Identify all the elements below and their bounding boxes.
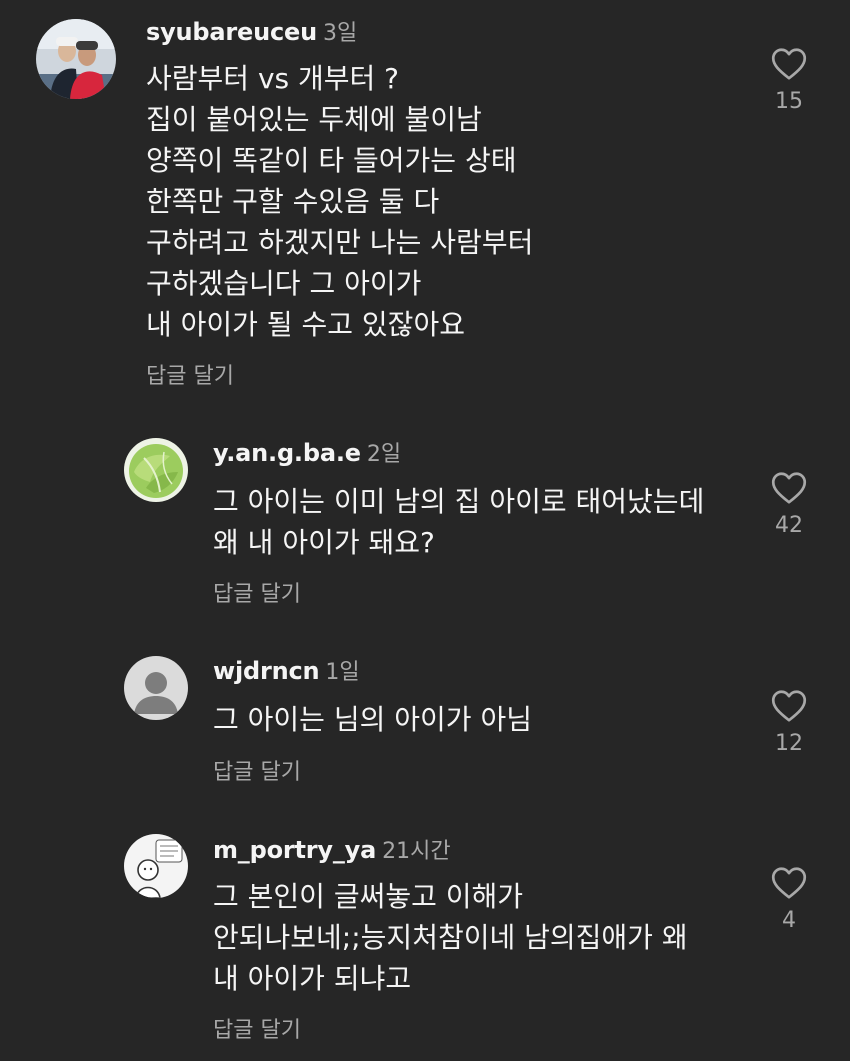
comment-header: wjdrncn 1일 — [213, 656, 360, 688]
reply-button[interactable]: 답글 달기 — [213, 1012, 301, 1044]
timestamp: 3일 — [322, 21, 358, 46]
comment-header: m_portry_ya 21시간 — [213, 835, 451, 867]
comment-line: 집이 붙어있는 두체에 불이남 — [146, 103, 482, 136]
comment-line: 양쪽이 똑같이 타 들어가는 상태 — [146, 144, 517, 177]
like-count: 12 — [775, 731, 803, 756]
heart-outline-icon — [771, 690, 807, 722]
comment-line: 그 본인이 글써놓고 이해가 — [213, 880, 524, 913]
default-avatar-icon[interactable] — [124, 656, 188, 720]
timestamp: 2일 — [366, 442, 402, 467]
comment-header: y.an.g.ba.e 2일 — [213, 438, 401, 470]
comment-header: syubareuceu 3일 — [146, 17, 357, 49]
heart-outline-icon — [771, 48, 807, 80]
comment-text: 그 본인이 글써놓고 이해가 안되나보네;;능지처참이네 남의집애가 왜 내 아… — [213, 876, 688, 999]
like-button[interactable]: 4 — [759, 866, 819, 933]
comment-text: 그 아이는 이미 남의 집 아이로 태어났는데 왜 내 아이가 돼요? — [213, 481, 704, 563]
comment-line: 그 아이는 님의 아이가 아님 — [213, 703, 532, 736]
username[interactable]: wjdrncn — [213, 657, 320, 685]
like-button[interactable]: 42 — [759, 471, 819, 538]
avatar[interactable] — [36, 19, 116, 99]
like-count: 42 — [775, 513, 803, 538]
comment-line: 구하겠습니다 그 아이가 — [146, 267, 422, 300]
username[interactable]: syubareuceu — [146, 18, 317, 46]
comment-line: 내 아이가 되냐고 — [213, 962, 412, 995]
comment-line: 안되나보네;;능지처참이네 남의집애가 왜 — [213, 921, 688, 954]
comment-text: 그 아이는 님의 아이가 아님 — [213, 699, 532, 740]
comment-text: 사람부터 vs 개부터 ? 집이 붙어있는 두체에 불이남 양쪽이 똑같이 타 … — [146, 58, 533, 345]
reply-button[interactable]: 답글 달기 — [213, 754, 301, 786]
comment-line: 왜 내 아이가 돼요? — [213, 526, 435, 559]
reply-button[interactable]: 답글 달기 — [213, 576, 301, 608]
comment-line: 한쪽만 구할 수있음 둘 다 — [146, 185, 440, 218]
reply-button[interactable]: 답글 달기 — [146, 358, 234, 390]
timestamp: 1일 — [325, 660, 360, 685]
username[interactable]: m_portry_ya — [213, 836, 376, 864]
like-button[interactable]: 12 — [759, 689, 819, 756]
avatar[interactable] — [124, 834, 188, 898]
like-count: 15 — [775, 89, 803, 114]
heart-outline-icon — [771, 472, 807, 504]
timestamp: 21시간 — [382, 839, 451, 864]
comment-line: 사람부터 vs 개부터 ? — [146, 62, 400, 95]
comment-line: 구하려고 하겠지만 나는 사람부터 — [146, 226, 534, 259]
heart-outline-icon — [771, 867, 807, 899]
like-button[interactable]: 15 — [759, 47, 819, 114]
comment-line: 내 아이가 될 수고 있잖아요 — [146, 308, 465, 341]
username[interactable]: y.an.g.ba.e — [213, 439, 361, 467]
avatar[interactable] — [124, 438, 188, 502]
like-count: 4 — [782, 908, 796, 933]
comment-line: 그 아이는 이미 남의 집 아이로 태어났는데 — [213, 485, 705, 518]
